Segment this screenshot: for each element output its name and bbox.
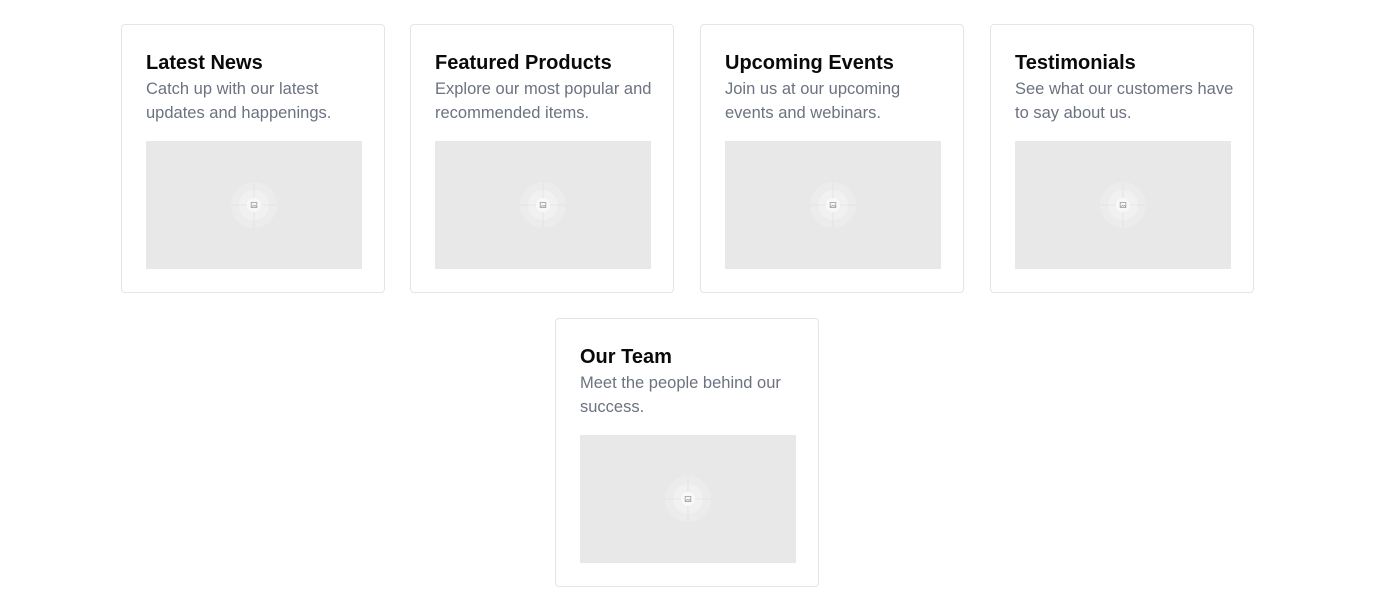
- card-title: Upcoming Events: [725, 52, 894, 74]
- card-title: Testimonials: [1015, 52, 1136, 74]
- card-title: Our Team: [580, 346, 672, 368]
- image-placeholder-icon: [1100, 182, 1146, 228]
- card-description: Join us at our upcoming events and webin…: [725, 80, 901, 122]
- card-image: [146, 141, 362, 269]
- image-placeholder-icon: [665, 476, 711, 522]
- image-placeholder-icon: [520, 182, 566, 228]
- card-image: [725, 141, 941, 269]
- card-image: [580, 435, 796, 563]
- card-image: [435, 141, 651, 269]
- card-testimonials: Testimonials See what our customers have…: [990, 24, 1254, 293]
- card-image: [1015, 141, 1231, 269]
- card-title: Featured Products: [435, 52, 612, 74]
- card-description: See what our customers have to say about…: [1015, 80, 1234, 122]
- card-description: Catch up with our latest updates and hap…: [146, 80, 332, 122]
- card-description: Meet the people behind our success.: [580, 374, 781, 416]
- card-featured-products: Featured Products Explore our most popul…: [410, 24, 674, 293]
- card-description: Explore our most popular and recommended…: [435, 80, 652, 122]
- image-placeholder-icon: [231, 182, 277, 228]
- card-our-team: Our Team Meet the people behind our succ…: [555, 318, 819, 587]
- image-placeholder-icon: [810, 182, 856, 228]
- card-latest-news: Latest News Catch up with our latest upd…: [121, 24, 385, 293]
- card-title: Latest News: [146, 52, 263, 74]
- card-upcoming-events: Upcoming Events Join us at our upcoming …: [700, 24, 964, 293]
